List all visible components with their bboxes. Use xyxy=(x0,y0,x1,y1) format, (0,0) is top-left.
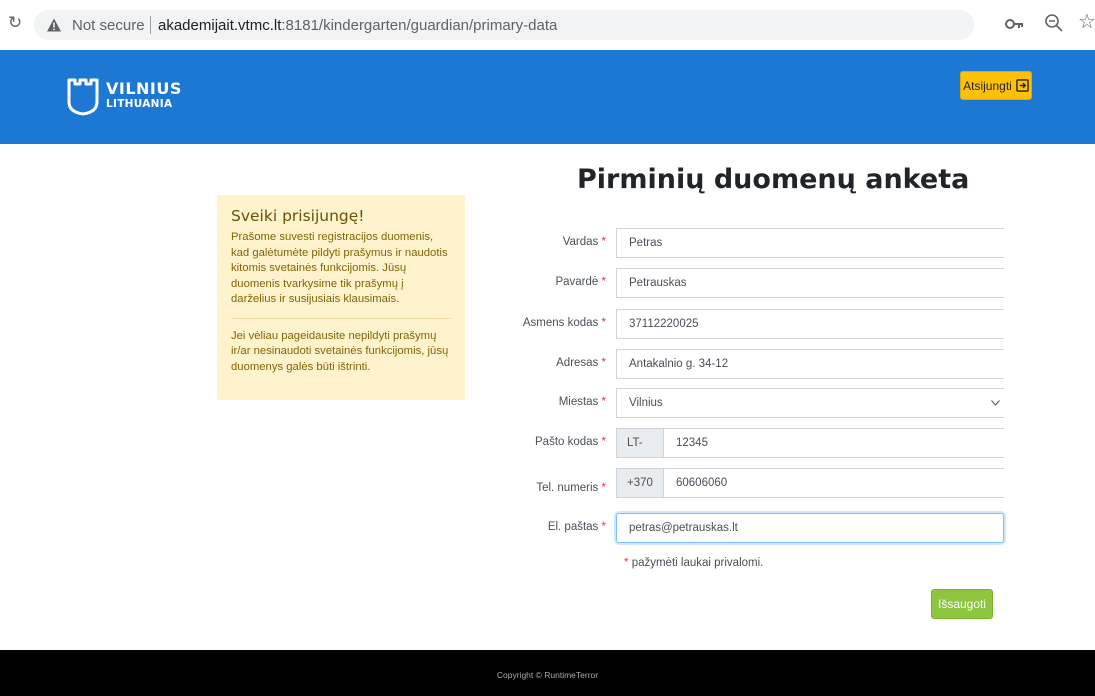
welcome-alert: Sveiki prisijungę! Prašome suvesti regis… xyxy=(217,195,465,400)
url-separator xyxy=(150,16,151,34)
postal-code-label: Pašto kodas * xyxy=(535,436,606,448)
email-label: El. paštas * xyxy=(547,521,606,533)
logo-text-vilnius: VILNIUS xyxy=(106,79,182,98)
first-name-label: Vardas * xyxy=(562,236,606,248)
personal-code-label: Asmens kodas * xyxy=(522,317,606,329)
email-row: El. paštas * petras@petrauskas.lt xyxy=(510,513,1004,543)
postal-code-input[interactable]: 12345 xyxy=(663,428,1004,458)
last-name-label: Pavardė * xyxy=(555,276,606,288)
email-input[interactable]: petras@petrauskas.lt xyxy=(616,513,1004,543)
welcome-heading: Sveiki prisijungę! xyxy=(231,207,365,225)
postal-code-row: Pašto kodas * LT- 12345 xyxy=(510,428,1004,458)
url-text[interactable]: akademijait.vtmc.lt:8181/kindergarten/gu… xyxy=(158,17,557,34)
city-row: Miestas * Vilnius xyxy=(510,388,1004,418)
welcome-text-1: Prašome suvesti registracijos duomenis, … xyxy=(231,231,448,305)
welcome-text-2: Jei vėliau pageidausite nepildyti prašym… xyxy=(231,329,449,373)
save-button[interactable]: Išsaugoti xyxy=(931,589,993,619)
phone-input[interactable]: 60606060 xyxy=(663,468,1004,498)
welcome-divider xyxy=(231,317,451,319)
personal-code-input[interactable]: 37112220025 xyxy=(616,309,1004,339)
logout-button[interactable]: Atsijungti xyxy=(960,71,1032,100)
reload-icon[interactable]: ↻ xyxy=(6,14,24,32)
required-fields-note: * pažymėti laukai privalomi. xyxy=(624,557,764,569)
tower-icon xyxy=(67,78,99,116)
phone-prefix: +370 xyxy=(616,468,664,498)
warning-icon[interactable] xyxy=(46,17,62,33)
postal-code-prefix: LT- xyxy=(616,428,664,458)
city-label: Miestas * xyxy=(558,396,606,408)
phone-row: Tel. numeris * +370 60606060 xyxy=(510,468,1004,498)
key-icon[interactable] xyxy=(1005,17,1025,31)
page-title: Pirminių duomenų anketa xyxy=(577,164,970,195)
logo-text-lithuania: LITHUANIA xyxy=(106,98,173,110)
last-name-input[interactable]: Petrauskas xyxy=(616,268,1004,298)
copyright-text: Copyright © RuntimeTerror xyxy=(496,670,599,680)
browser-toolbar: ↻ Not secure akademijait.vtmc.lt:8181/ki… xyxy=(0,0,1095,50)
zoom-icon[interactable] xyxy=(1044,13,1064,33)
address-bar[interactable]: Not secure akademijait.vtmc.lt:8181/kind… xyxy=(34,10,974,40)
address-input[interactable]: Antakalnio g. 34-12 xyxy=(616,349,1004,379)
address-row: Adresas * Antakalnio g. 34-12 xyxy=(510,349,1004,379)
personal-code-row: Asmens kodas * 37112220025 xyxy=(510,309,1004,339)
site-footer: Copyright © RuntimeTerror xyxy=(0,650,1095,696)
first-name-input[interactable]: Petras xyxy=(616,228,1004,258)
star-icon[interactable]: ☆ xyxy=(1078,12,1095,32)
not-secure-label[interactable]: Not secure xyxy=(72,17,145,34)
logout-icon xyxy=(1016,79,1029,92)
city-select[interactable]: Vilnius xyxy=(616,388,1004,418)
url-path: :8181/kindergarten/guardian/primary-data xyxy=(281,17,558,34)
city-select-value: Vilnius xyxy=(629,397,663,409)
first-name-row: Vardas * Petras xyxy=(510,228,1004,258)
vilnius-logo[interactable]: VILNIUS LITHUANIA xyxy=(66,76,196,118)
url-host: akademijait.vtmc.lt xyxy=(158,17,282,34)
logout-button-label: Atsijungti xyxy=(963,78,1012,93)
site-header: VILNIUS LITHUANIA Atsijungti xyxy=(0,50,1095,144)
last-name-row: Pavardė * Petrauskas xyxy=(510,268,1004,298)
phone-label: Tel. numeris * xyxy=(536,482,606,494)
chevron-down-icon xyxy=(991,400,1000,406)
address-label: Adresas * xyxy=(556,357,606,369)
